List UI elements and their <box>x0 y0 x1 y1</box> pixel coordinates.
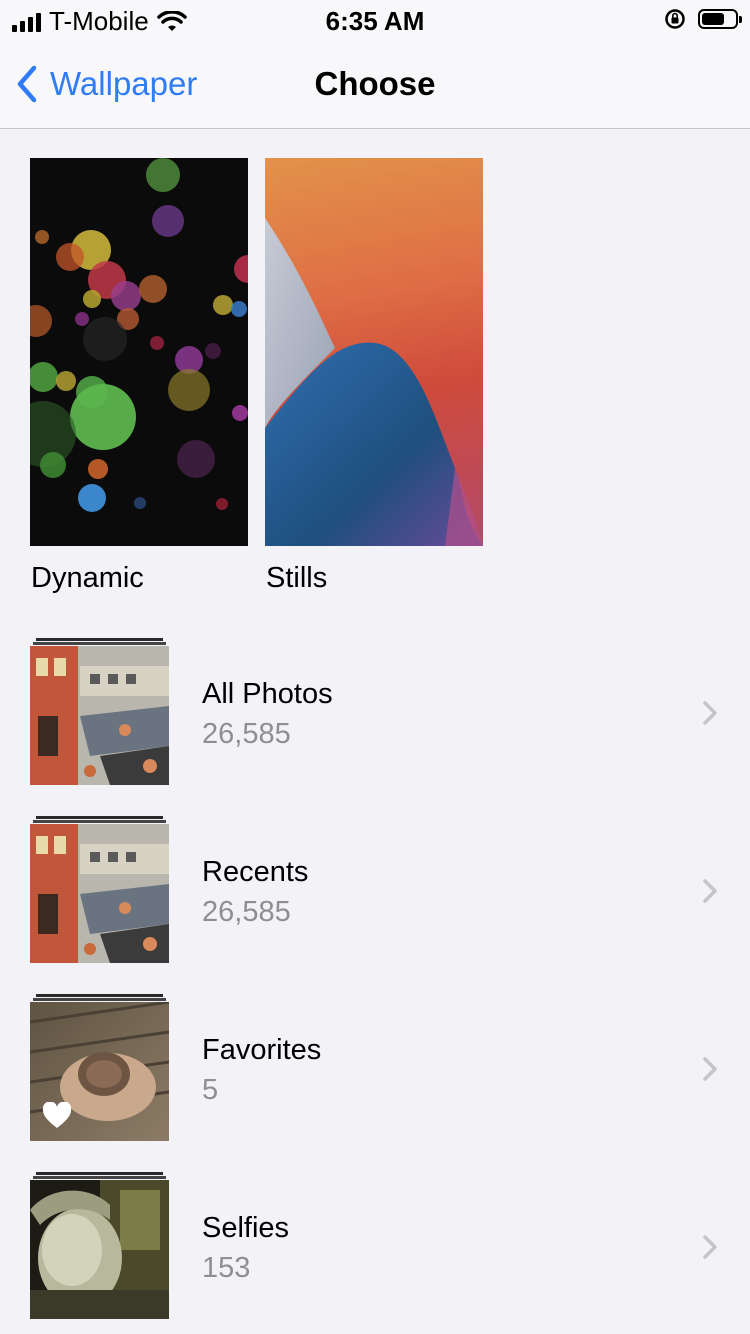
heart-icon <box>42 1102 72 1128</box>
album-count: 5 <box>202 1074 219 1106</box>
navigation-bar: Wallpaper Choose <box>0 40 750 129</box>
album-name: Favorites <box>202 1034 322 1066</box>
album-count: 26,585 <box>202 718 291 750</box>
album-thumbnail-stack <box>30 816 169 966</box>
page-title: Choose <box>314 65 436 102</box>
stills-wallpaper-preview <box>265 218 483 546</box>
album-thumbnail <box>30 824 169 963</box>
chevron-right-icon <box>703 1235 717 1259</box>
album-name: All Photos <box>202 678 333 710</box>
album-count: 26,585 <box>202 896 291 928</box>
album-count: 153 <box>202 1252 251 1284</box>
album-row-recents[interactable]: Recents 26,585 <box>0 816 750 976</box>
wallpaper-tile-dynamic[interactable] <box>30 158 248 546</box>
chevron-right-icon <box>703 1057 717 1081</box>
album-thumbnail-stack <box>30 994 169 1144</box>
wallpaper-label-dynamic: Dynamic <box>31 562 144 594</box>
wallpaper-label-stills: Stills <box>266 562 328 594</box>
wallpaper-tile-stills[interactable] <box>265 158 483 546</box>
battery-icon <box>698 9 742 29</box>
album-thumbnail-stack <box>30 1172 169 1322</box>
album-name: Selfies <box>202 1212 290 1244</box>
album-name: Recents <box>202 856 309 888</box>
album-row-selfies[interactable]: Selfies 153 <box>0 1172 750 1332</box>
album-thumbnail-stack <box>30 638 169 788</box>
status-bar: T-Mobile 6:35 AM <box>0 0 750 40</box>
orientation-lock-icon <box>665 9 685 29</box>
chevron-right-icon <box>703 701 717 725</box>
album-row-favorites[interactable]: Favorites 5 <box>0 994 750 1154</box>
dynamic-wallpaper-preview <box>30 158 248 512</box>
album-thumbnail <box>30 646 169 785</box>
album-row-all-photos[interactable]: All Photos 26,585 <box>0 638 750 798</box>
status-right <box>664 8 742 30</box>
clock: 6:35 AM <box>325 6 425 36</box>
chevron-right-icon <box>703 879 717 903</box>
album-thumbnail <box>30 1180 169 1319</box>
